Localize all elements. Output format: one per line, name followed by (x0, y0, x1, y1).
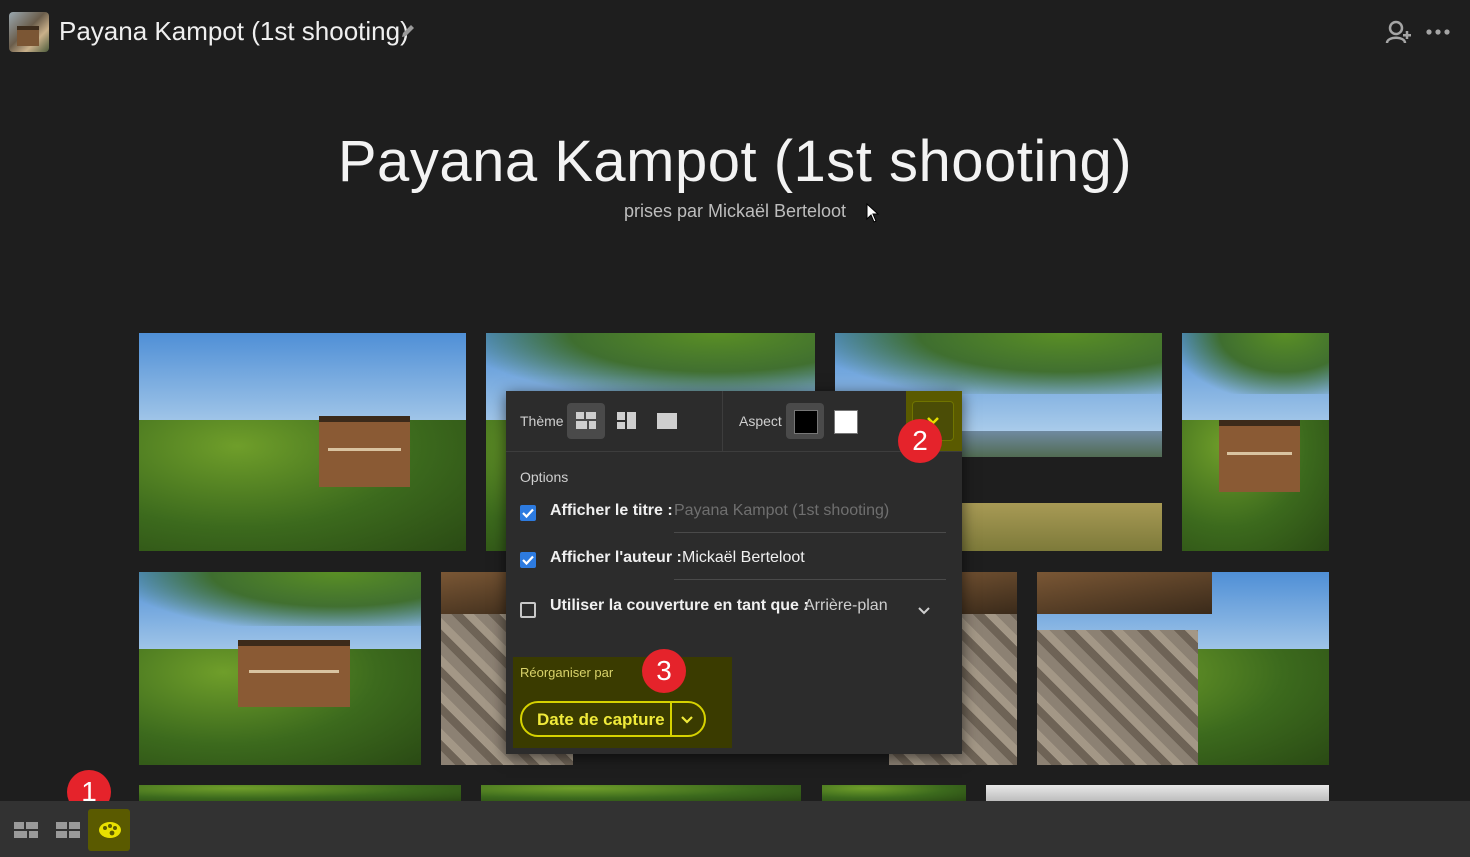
photo-1[interactable] (139, 333, 466, 551)
theme-grid-button[interactable] (567, 403, 605, 439)
show-author-option: Afficher l'auteur : Mickaël Berteloot (520, 546, 950, 580)
album-thumbnail[interactable] (9, 12, 49, 52)
theme-single-button[interactable] (648, 403, 686, 439)
cover-select[interactable]: Arrière-plan (804, 597, 888, 615)
bottom-toolbar (0, 801, 1470, 857)
show-author-checkbox[interactable] (520, 552, 536, 568)
show-title-option: Afficher le titre : Payana Kampot (1st s… (520, 499, 950, 533)
page-subtitle: prises par Mickaël Berteloot (623, 201, 847, 221)
photo-11[interactable] (822, 785, 966, 801)
layout-grid-button[interactable] (46, 809, 88, 851)
chevron-down-icon[interactable] (917, 604, 931, 618)
grid-theme-icon (576, 412, 596, 429)
aspect-label: Aspect (739, 413, 782, 429)
author-input-underline (674, 579, 946, 580)
photo-5[interactable] (139, 572, 421, 765)
aspect-black-button[interactable] (786, 403, 824, 439)
black-swatch (794, 410, 818, 434)
more-icon[interactable] (1424, 20, 1452, 44)
checkmark-icon (522, 555, 534, 566)
photo-10[interactable] (481, 785, 801, 801)
theme-palette-button[interactable] (88, 809, 130, 851)
chevron-down-icon[interactable] (680, 713, 694, 727)
photo-4[interactable] (1182, 333, 1329, 551)
album-title: Payana Kampot (1st shooting) (59, 16, 409, 46)
single-theme-icon (657, 413, 677, 429)
checkmark-icon (522, 508, 534, 519)
layout-settings-popup: Thème Aspect Options Afficher le titre:… (506, 391, 962, 754)
show-author-label: Afficher l'auteur : (550, 549, 682, 566)
sort-by-dropdown[interactable]: Date de capture (520, 701, 706, 737)
title-input[interactable]: Payana Kampot (1st shooting) (674, 502, 889, 520)
photo-8[interactable] (1037, 572, 1329, 765)
top-bar: Payana Kampot (1st shooting) (0, 0, 1470, 64)
toolbar-divider (722, 391, 723, 451)
mouse-cursor-icon (866, 203, 880, 223)
show-title-checkbox[interactable] (520, 505, 536, 521)
palette-icon (99, 822, 121, 838)
reorganize-label: Réorganiser par (520, 665, 614, 680)
page-title: Payana Kampot (1st shooting) (337, 129, 1133, 194)
photo-12[interactable] (986, 785, 1329, 801)
layout-story-button[interactable] (4, 809, 46, 851)
use-cover-option: Utiliser la couverture en tant que : Arr… (520, 594, 950, 626)
add-person-icon[interactable] (1385, 19, 1411, 45)
popup-toolbar: Thème Aspect (506, 391, 962, 452)
aspect-white-button[interactable] (826, 403, 864, 439)
title-input-underline (674, 532, 946, 533)
reorganize-section: Réorganiser par Date de capture (513, 657, 732, 748)
dropdown-separator (670, 703, 672, 735)
use-cover-checkbox[interactable] (520, 602, 536, 618)
author-input[interactable]: Mickaël Berteloot (682, 549, 805, 567)
options-heading: Options (520, 469, 569, 485)
white-swatch (834, 410, 858, 434)
use-cover-label: Utiliser la couverture en tant que : (550, 597, 809, 614)
annotation-badge-2: 2 (898, 419, 942, 463)
show-title-label: Afficher le titre : (550, 502, 673, 519)
annotation-badge-3: 3 (642, 649, 686, 693)
story-layout-icon (14, 822, 38, 838)
pencil-icon[interactable] (399, 22, 417, 40)
sort-by-value: Date de capture (537, 710, 665, 729)
grid-layout-icon (56, 822, 80, 838)
mosaic-theme-icon (617, 412, 636, 429)
photo-9[interactable] (139, 785, 461, 801)
theme-label: Thème (520, 413, 564, 429)
theme-mosaic-button[interactable] (608, 403, 646, 439)
